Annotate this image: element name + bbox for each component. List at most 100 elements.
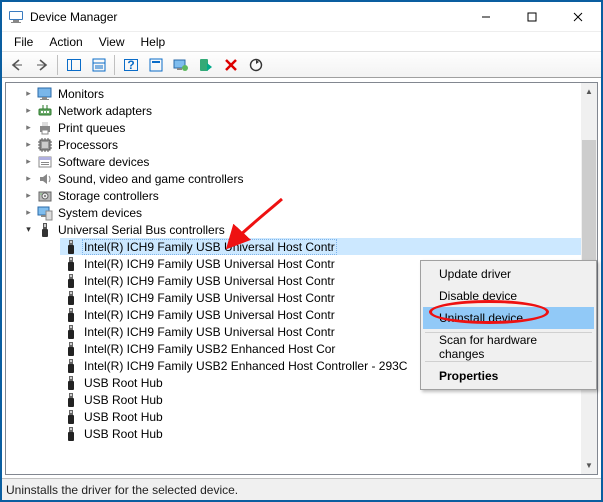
toolbar-separator <box>57 55 58 75</box>
enable-device-icon <box>198 57 214 73</box>
usb-device-icon <box>63 392 79 408</box>
usb-device-icon <box>63 324 79 340</box>
uninstall-button[interactable] <box>219 54 242 76</box>
usb-device-icon <box>63 273 79 289</box>
chevron-right-icon[interactable] <box>22 206 35 219</box>
tree-device-item[interactable]: USB Root Hub <box>60 425 582 442</box>
back-arrow-icon <box>9 57 25 73</box>
tree-device-item[interactable]: USB Root Hub <box>60 391 582 408</box>
chevron-right-icon[interactable] <box>22 138 35 151</box>
chevron-right-icon[interactable] <box>22 172 35 185</box>
close-button[interactable] <box>555 2 601 31</box>
chevron-right-icon[interactable] <box>22 104 35 117</box>
minimize-button[interactable] <box>463 2 509 31</box>
toolbar-separator <box>114 55 115 75</box>
tree-label: Intel(R) ICH9 Family USB Universal Host … <box>82 291 337 305</box>
tree-category[interactable]: Network adapters <box>20 102 582 119</box>
refresh-circle-icon <box>248 57 264 73</box>
status-text: Uninstalls the driver for the selected d… <box>6 483 238 497</box>
printer-icon <box>37 120 53 136</box>
tree-label: Sound, video and game controllers <box>56 172 245 186</box>
status-bar: Uninstalls the driver for the selected d… <box>2 478 601 500</box>
device-manager-icon <box>8 9 24 25</box>
chevron-right-icon[interactable] <box>22 155 35 168</box>
context-menu: Update driver Disable device Uninstall d… <box>420 260 597 390</box>
tree-label: Software devices <box>56 155 151 169</box>
menubar: File Action View Help <box>2 32 601 51</box>
tree-category[interactable]: Processors <box>20 136 582 153</box>
maximize-button[interactable] <box>509 2 555 31</box>
properties-icon <box>91 57 107 73</box>
tree-category[interactable]: Sound, video and game controllers <box>20 170 582 187</box>
props2-icon <box>148 57 164 73</box>
usb-device-icon <box>63 307 79 323</box>
tree-label: Intel(R) ICH9 Family USB Universal Host … <box>82 274 337 288</box>
tree-label: Universal Serial Bus controllers <box>56 223 227 237</box>
ctx-separator <box>425 361 592 362</box>
tree-device-item[interactable]: Intel(R) ICH9 Family USB Universal Host … <box>60 238 583 255</box>
scroll-thumb[interactable] <box>582 140 596 260</box>
scan-button[interactable] <box>244 54 267 76</box>
usb-device-icon <box>63 256 79 272</box>
forward-arrow-icon <box>34 57 50 73</box>
tree-label: Storage controllers <box>56 189 161 203</box>
usb-device-icon <box>63 341 79 357</box>
scroll-down-icon[interactable]: ▼ <box>581 457 597 474</box>
scroll-up-icon[interactable]: ▲ <box>581 83 597 100</box>
tree-label: Intel(R) ICH9 Family USB2 Enhanced Host … <box>82 359 409 373</box>
sound-icon <box>37 171 53 187</box>
menu-action[interactable]: Action <box>41 34 90 50</box>
ctx-properties[interactable]: Properties <box>423 365 594 387</box>
titlebar: Device Manager <box>2 2 601 32</box>
storage-icon <box>37 188 53 204</box>
minimize-icon <box>481 12 491 22</box>
tree-label: USB Root Hub <box>82 427 165 441</box>
help-button[interactable]: ? <box>119 54 142 76</box>
tree-category[interactable]: Monitors <box>20 85 582 102</box>
tree-label: USB Root Hub <box>82 393 165 407</box>
chevron-right-icon[interactable] <box>22 121 35 134</box>
tree-label: USB Root Hub <box>82 376 165 390</box>
net-icon <box>37 103 53 119</box>
ctx-update-driver[interactable]: Update driver <box>423 263 594 285</box>
forward-button[interactable] <box>30 54 53 76</box>
tree-category[interactable]: Universal Serial Bus controllers <box>20 221 582 238</box>
ctx-scan-changes[interactable]: Scan for hardware changes <box>423 336 594 358</box>
tree-label: Intel(R) ICH9 Family USB Universal Host … <box>82 257 337 271</box>
monitor-update-icon <box>173 57 189 73</box>
chevron-down-icon[interactable] <box>22 223 35 236</box>
tree-label: Processors <box>56 138 120 152</box>
tree-category[interactable]: Software devices <box>20 153 582 170</box>
showpane-button[interactable] <box>62 54 85 76</box>
menu-file[interactable]: File <box>6 34 41 50</box>
chevron-right-icon[interactable] <box>22 87 35 100</box>
properties-button[interactable] <box>87 54 110 76</box>
tree-category[interactable]: Storage controllers <box>20 187 582 204</box>
ctx-disable-device[interactable]: Disable device <box>423 285 594 307</box>
cpu-icon <box>37 137 53 153</box>
menu-view[interactable]: View <box>91 34 133 50</box>
usb-device-icon <box>63 426 79 442</box>
tree-label: Intel(R) ICH9 Family USB2 Enhanced Host … <box>82 342 337 356</box>
pane-icon <box>66 57 82 73</box>
maximize-icon <box>527 12 537 22</box>
usb-device-icon <box>63 409 79 425</box>
properties2-button[interactable] <box>144 54 167 76</box>
update-driver-button[interactable] <box>169 54 192 76</box>
usb-device-icon <box>63 375 79 391</box>
toolbar: ? <box>2 51 601 78</box>
chevron-right-icon[interactable] <box>22 189 35 202</box>
usb-device-icon <box>63 239 79 255</box>
menu-help[interactable]: Help <box>133 34 174 50</box>
soft-icon <box>37 154 53 170</box>
close-icon <box>573 12 583 22</box>
tree-category[interactable]: Print queues <box>20 119 582 136</box>
enable-button[interactable] <box>194 54 217 76</box>
ctx-uninstall-device[interactable]: Uninstall device <box>423 307 594 329</box>
tree-label: Monitors <box>56 87 106 101</box>
tree-device-item[interactable]: USB Root Hub <box>60 408 582 425</box>
usb-device-icon <box>63 290 79 306</box>
tree-category[interactable]: System devices <box>20 204 582 221</box>
tree-label: Print queues <box>56 121 127 135</box>
back-button[interactable] <box>5 54 28 76</box>
